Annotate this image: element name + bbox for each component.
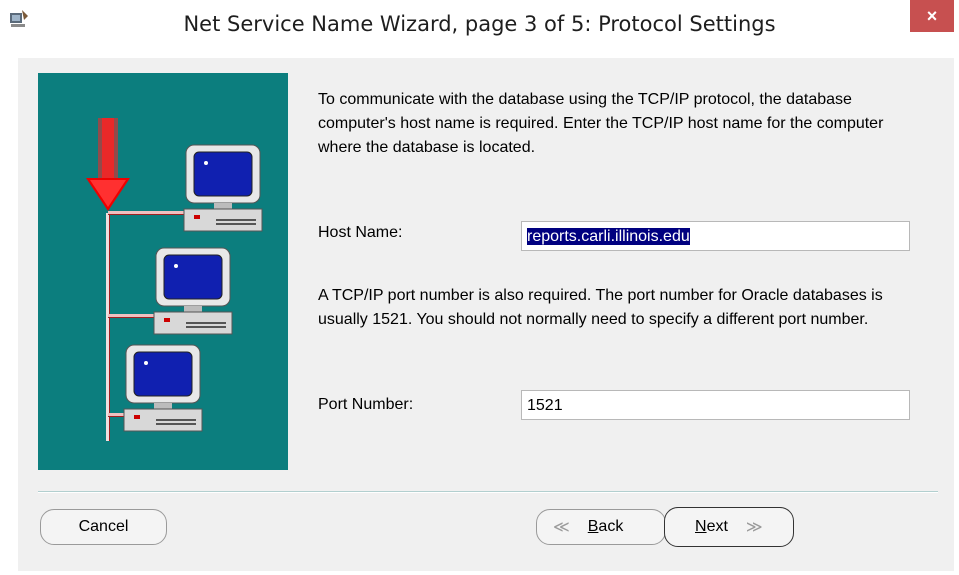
host-name-label: Host Name: <box>318 224 403 241</box>
back-label: Back <box>587 518 624 535</box>
tcp-host-instructions: To communicate with the database using t… <box>318 91 884 156</box>
network-diagram-icon <box>86 118 263 441</box>
title-bar: Net Service Name Wizard, page 3 of 5: Pr… <box>0 0 959 58</box>
port-instructions: A TCP/IP port number is also required. T… <box>318 287 883 328</box>
port-number-input[interactable]: 1521 <box>521 390 910 420</box>
close-icon: × <box>926 5 938 26</box>
window-title: Net Service Name Wizard, page 3 of 5: Pr… <box>183 12 776 36</box>
chevron-right-icon: ≫ <box>745 519 763 536</box>
port-number-value: 1521 <box>527 397 563 414</box>
host-name-input[interactable]: reports.carli.illinois.edu <box>521 221 910 251</box>
chevron-left-icon: ≪ <box>553 519 570 536</box>
wizard-body: To communicate with the database using t… <box>18 58 954 571</box>
back-button[interactable]: ≪ Back <box>536 509 666 545</box>
next-button[interactable]: Next ≫ <box>664 507 794 547</box>
next-label: Next <box>695 518 728 535</box>
button-separator <box>38 491 938 493</box>
cancel-label: Cancel <box>78 518 129 535</box>
network-illustration <box>38 73 288 470</box>
port-number-label: Port Number: <box>318 396 414 413</box>
close-button[interactable]: × <box>910 0 954 32</box>
cancel-button[interactable]: Cancel <box>40 509 167 545</box>
host-name-value: reports.carli.illinois.edu <box>527 228 690 245</box>
